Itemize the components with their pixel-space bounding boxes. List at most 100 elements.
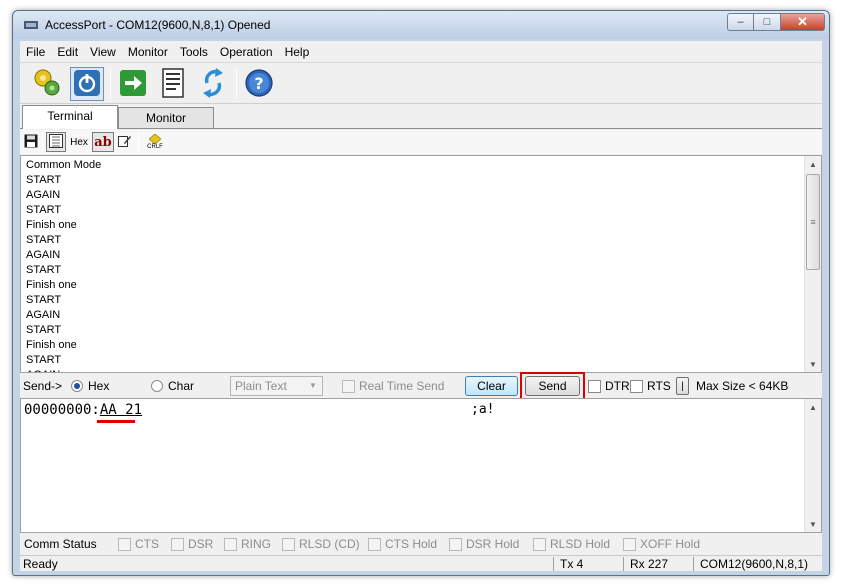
send-editor[interactable]: 00000000:AA 21 ;a! ▲ ▼ bbox=[20, 398, 822, 533]
dsr-label: DSR bbox=[188, 537, 214, 551]
terminal-line: START bbox=[26, 234, 62, 246]
terminal-scrollbar[interactable]: ▲ ≡ ▼ bbox=[804, 156, 821, 372]
toggle-small-button[interactable]: | bbox=[676, 377, 689, 395]
xoff-hold-status: XOFF Hold bbox=[623, 534, 700, 554]
terminal-line: START bbox=[26, 354, 62, 366]
max-size-label: Max Size < 64KB bbox=[696, 379, 789, 393]
terminal-line: Finish one bbox=[26, 279, 77, 291]
minimize-button[interactable]: – bbox=[727, 13, 754, 31]
pencil-icon bbox=[118, 134, 132, 151]
main-toolbar: ? bbox=[20, 64, 822, 104]
editor-address: 00000000: bbox=[24, 402, 100, 418]
format-select[interactable]: Plain Text ▼ bbox=[230, 376, 323, 396]
toolbar-separator bbox=[110, 69, 111, 99]
rlsd-hold-status: RLSD Hold bbox=[533, 534, 610, 554]
rts-box[interactable] bbox=[630, 379, 643, 393]
dsr-status: DSR bbox=[171, 534, 213, 554]
cts-label: CTS bbox=[135, 537, 159, 551]
editor-scrollbar[interactable]: ▲ ▼ bbox=[804, 399, 821, 532]
comm-status-bar: Comm Status CTS DSR RING RLSD (CD) CTS H… bbox=[20, 534, 822, 554]
terminal-line: START bbox=[26, 324, 62, 336]
menu-view[interactable]: View bbox=[84, 42, 122, 62]
terminal-line: Finish one bbox=[26, 339, 77, 351]
client-area: File Edit View Monitor Tools Operation H… bbox=[20, 41, 822, 571]
terminal-output[interactable]: Common Mode START AGAIN START Finish one STAR… bbox=[20, 155, 822, 373]
char-radio-indicator[interactable] bbox=[151, 380, 163, 392]
app-window: AccessPort - COM12(9600,N,8,1) Opened – … bbox=[12, 10, 830, 576]
xoff-hold-label: XOFF Hold bbox=[640, 537, 701, 551]
toolbar-separator bbox=[138, 132, 139, 152]
close-button[interactable]: ✕ bbox=[781, 13, 825, 31]
hex-data-red-underline bbox=[97, 420, 135, 423]
menu-operation[interactable]: Operation bbox=[214, 42, 279, 62]
window-title: AccessPort - COM12(9600,N,8,1) Opened bbox=[45, 18, 271, 32]
terminal-line: AGAIN bbox=[26, 368, 796, 372]
hex-view-button[interactable] bbox=[46, 132, 66, 152]
menu-edit[interactable]: Edit bbox=[51, 42, 84, 62]
scroll-down-arrow-icon[interactable]: ▼ bbox=[805, 516, 821, 532]
tab-monitor[interactable]: Monitor bbox=[118, 107, 214, 129]
editor-ascii: ;a! bbox=[471, 402, 495, 417]
title-bar[interactable]: AccessPort - COM12(9600,N,8,1) Opened – … bbox=[13, 11, 829, 39]
refresh-button[interactable] bbox=[196, 67, 230, 101]
dtr-label: DTR bbox=[605, 379, 630, 393]
maximize-button[interactable]: □ bbox=[754, 13, 781, 31]
dsr-hold-box bbox=[449, 537, 462, 551]
scroll-up-arrow-icon[interactable]: ▲ bbox=[805, 156, 821, 172]
send-bar: Send-> Hex Char Plain Text ▼ Real Time S… bbox=[20, 372, 822, 400]
menu-bar: File Edit View Monitor Tools Operation H… bbox=[20, 41, 822, 63]
rts-checkbox[interactable]: RTS bbox=[630, 374, 671, 398]
toolbar-separator bbox=[42, 132, 43, 152]
settings-gear-button[interactable] bbox=[30, 67, 64, 101]
refresh-icon bbox=[199, 67, 227, 101]
power-button[interactable] bbox=[70, 67, 104, 101]
save-button[interactable] bbox=[22, 132, 40, 152]
forward-button[interactable] bbox=[116, 67, 150, 101]
power-icon bbox=[73, 69, 101, 100]
tab-terminal[interactable]: Terminal bbox=[22, 105, 118, 129]
menu-monitor[interactable]: Monitor bbox=[122, 42, 174, 62]
send-button[interactable]: Send bbox=[525, 376, 580, 396]
svg-text:?: ? bbox=[254, 74, 263, 93]
dtr-checkbox[interactable]: DTR bbox=[588, 374, 630, 398]
edit-button[interactable] bbox=[116, 132, 134, 152]
floppy-disk-icon bbox=[24, 134, 38, 151]
scroll-up-arrow-icon[interactable]: ▲ bbox=[805, 399, 821, 415]
realtime-send-box[interactable] bbox=[342, 379, 355, 393]
comm-status-label: Comm Status bbox=[24, 537, 97, 551]
scroll-thumb[interactable]: ≡ bbox=[806, 174, 820, 270]
terminal-line: AGAIN bbox=[26, 249, 61, 261]
chevron-down-icon: ▼ bbox=[309, 381, 317, 390]
dtr-box[interactable] bbox=[588, 379, 601, 393]
hex-toggle-button[interactable]: Hex bbox=[68, 132, 90, 152]
status-ready: Ready bbox=[23, 557, 58, 571]
menu-tools[interactable]: Tools bbox=[174, 42, 214, 62]
hex-radio[interactable]: Hex bbox=[71, 374, 109, 398]
rlsd-hold-box bbox=[533, 537, 546, 551]
menu-file[interactable]: File bbox=[20, 42, 51, 62]
document-button[interactable] bbox=[156, 67, 190, 101]
rlsd-hold-label: RLSD Hold bbox=[550, 537, 611, 551]
status-bar: Ready Tx 4 Rx 227 COM12(9600,N,8,1) bbox=[20, 555, 822, 571]
scroll-down-arrow-icon[interactable]: ▼ bbox=[805, 356, 821, 372]
hex-radio-indicator[interactable] bbox=[71, 380, 83, 392]
status-port: COM12(9600,N,8,1) bbox=[700, 557, 809, 571]
ring-label: RING bbox=[241, 537, 271, 551]
help-button[interactable]: ? bbox=[242, 67, 276, 101]
terminal-lines: Common Mode START AGAIN START Finish one STAR… bbox=[26, 158, 796, 372]
editor-hex-data[interactable]: AA 21 bbox=[100, 402, 142, 418]
clear-button[interactable]: Clear bbox=[465, 376, 518, 396]
cts-hold-label: CTS Hold bbox=[385, 537, 438, 551]
menu-help[interactable]: Help bbox=[279, 42, 316, 62]
send-label: Send-> bbox=[23, 379, 63, 393]
realtime-send-checkbox[interactable]: Real Time Send bbox=[342, 374, 444, 398]
terminal-line: Finish one bbox=[26, 219, 77, 231]
char-radio[interactable]: Char bbox=[151, 374, 194, 398]
ab-toggle-button[interactable]: ab bbox=[92, 132, 114, 152]
dsr-hold-label: DSR Hold bbox=[466, 537, 520, 551]
tab-strip: Terminal Monitor bbox=[20, 105, 822, 129]
settings-gear-icon bbox=[31, 67, 63, 102]
hex-radio-label: Hex bbox=[88, 379, 110, 393]
crlf-button[interactable]: CRLF bbox=[144, 132, 166, 152]
help-icon: ? bbox=[244, 68, 274, 101]
